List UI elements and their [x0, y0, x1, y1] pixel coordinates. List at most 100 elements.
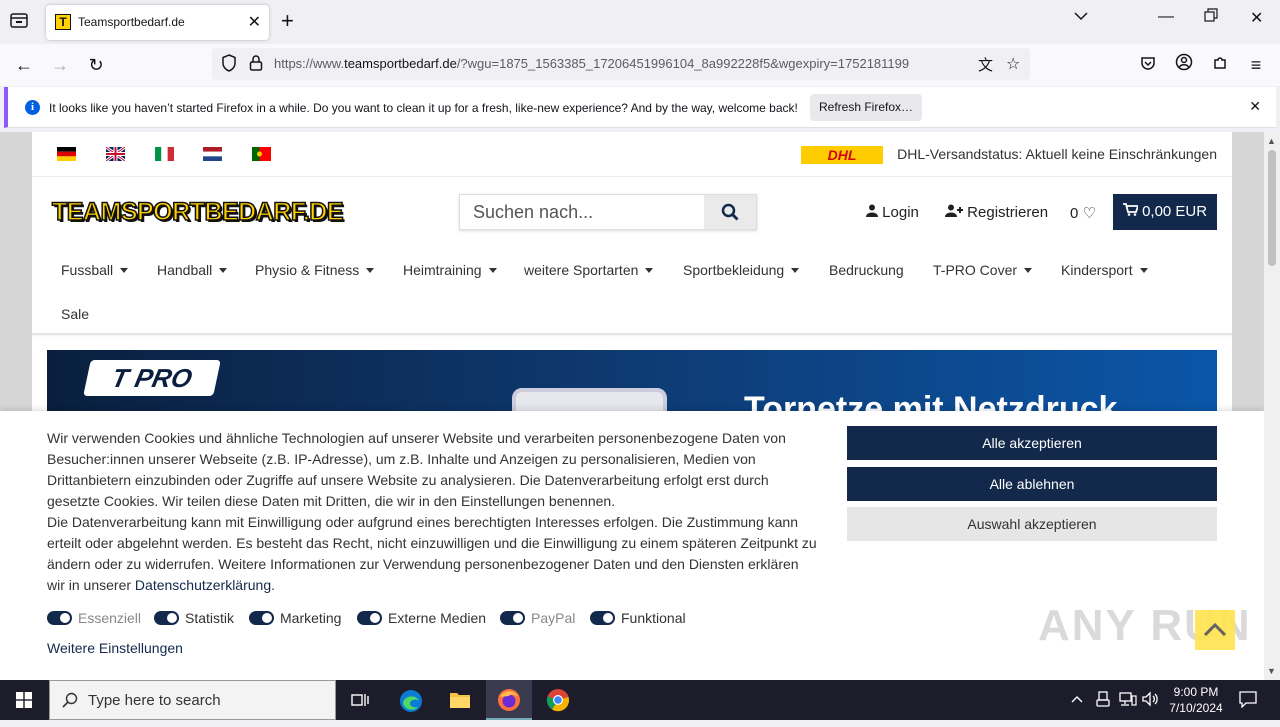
menu-item-fussball[interactable]: Fussball	[61, 262, 129, 278]
toggle-label: Funktional	[621, 610, 686, 626]
back-arrow-icon[interactable]: ←	[12, 53, 36, 77]
new-tab-plus-icon[interactable]: +	[281, 9, 294, 33]
scroll-down-arrow-icon[interactable]: ▼	[1267, 666, 1276, 676]
toggle-label: Statistik	[185, 610, 235, 626]
browser-tab-active[interactable]: T Teamsportbedarf.de ✕	[46, 5, 269, 40]
flag-italy-icon[interactable]	[155, 147, 174, 161]
search-button[interactable]	[704, 195, 756, 229]
translate-icon[interactable]: 文	[978, 54, 993, 75]
menu-item-physio-fitness[interactable]: Physio & Fitness	[255, 262, 375, 278]
start-button[interactable]	[0, 680, 48, 720]
menu-item-sale[interactable]: Sale	[61, 306, 89, 322]
login-link[interactable]: Login	[866, 204, 919, 221]
bookmark-star-icon[interactable]: ☆	[1006, 54, 1020, 74]
menu-label: T-PRO Cover	[933, 262, 1018, 278]
flag-germany-icon[interactable]	[57, 147, 76, 161]
heart-icon: ♡	[1082, 205, 1096, 222]
menu-label: weitere Sportarten	[524, 262, 639, 278]
restore-icon[interactable]	[1204, 8, 1218, 27]
chrome-icon[interactable]	[535, 680, 581, 720]
list-all-tabs-chevron-icon[interactable]	[1073, 8, 1089, 29]
cookie-consent-banner: Wir verwenden Cookies und ähnliche Techn…	[0, 411, 1264, 680]
firefox-icon[interactable]	[486, 680, 532, 720]
menu-item-kindersport[interactable]: Kindersport	[1061, 262, 1148, 278]
lock-icon[interactable]	[249, 54, 263, 77]
menu-item-handball[interactable]: Handball	[157, 262, 228, 278]
register-link[interactable]: Registrieren	[945, 204, 1048, 221]
caret-down-icon	[488, 268, 497, 273]
reload-icon[interactable]: ↻	[84, 53, 108, 77]
task-view-icon[interactable]	[337, 680, 383, 720]
flag-netherlands-icon[interactable]	[203, 147, 222, 161]
cart-icon	[1122, 203, 1140, 216]
search-icon	[62, 692, 78, 708]
toggle-switch[interactable]	[47, 611, 72, 625]
site-search	[459, 194, 757, 230]
pocket-icon[interactable]	[1136, 53, 1160, 77]
tray-show-hidden-chevron-icon[interactable]	[1071, 691, 1083, 706]
menu-item-weitere-sportarten[interactable]: weitere Sportarten	[524, 262, 654, 278]
url-text[interactable]: https://www.teamsportbedarf.de/?wgu=1875…	[274, 56, 966, 71]
tray-volume-icon[interactable]	[1142, 691, 1160, 710]
caret-down-icon	[1024, 268, 1033, 273]
page-scrollbar[interactable]: ▲ ▼	[1264, 132, 1280, 680]
tab-close-icon[interactable]: ✕	[248, 12, 261, 32]
url-bar[interactable]: https://www.teamsportbedarf.de/?wgu=1875…	[212, 48, 1030, 80]
menu-label: Fussball	[61, 262, 114, 278]
promo-banner[interactable]: T PRO Tornetze mit Netzdruck	[47, 350, 1217, 411]
cart-button[interactable]: 0,00 EUR	[1113, 194, 1217, 230]
site-favicon-icon: T	[55, 14, 71, 30]
accept-all-button[interactable]: Alle akzeptieren	[847, 426, 1217, 460]
toggle-switch[interactable]	[500, 611, 525, 625]
caret-down-icon	[120, 268, 129, 273]
minimize-icon[interactable]: —	[1158, 8, 1174, 26]
forward-arrow-icon[interactable]: →	[48, 53, 72, 77]
notification-center-icon[interactable]	[1239, 690, 1257, 711]
header-divider	[32, 176, 1232, 177]
taskbar-clock[interactable]: 9:00 PM 7/10/2024	[1168, 684, 1224, 716]
site-logo[interactable]: TEAMSPORTBEDARF.DE	[51, 197, 344, 227]
taskbar-search-box[interactable]: Type here to search	[49, 680, 336, 720]
info-icon: i	[25, 100, 40, 115]
tracking-protection-shield-icon[interactable]	[221, 54, 237, 77]
toggle-label: PayPal	[531, 610, 576, 626]
flag-portugal-icon[interactable]	[252, 147, 271, 161]
firefox-view-icon[interactable]	[8, 12, 30, 32]
wishlist-link[interactable]: 0 ♡	[1070, 204, 1096, 222]
refresh-firefox-button[interactable]: Refresh Firefox…	[810, 94, 922, 121]
menu-label: Sale	[61, 306, 90, 322]
search-input[interactable]	[460, 195, 704, 229]
notification-close-icon[interactable]: ✕	[1249, 98, 1261, 115]
menu-item-heimtraining[interactable]: Heimtraining	[403, 262, 497, 278]
caret-down-icon	[366, 268, 375, 273]
tpro-brand-logo: T PRO	[83, 360, 221, 396]
tray-network-icon[interactable]	[1119, 691, 1137, 710]
menu-item-tpro-cover[interactable]: T-PRO Cover	[933, 262, 1033, 278]
more-settings-link[interactable]: Weitere Einstellungen	[47, 640, 183, 656]
close-window-icon[interactable]: ✕	[1250, 8, 1263, 28]
file-explorer-icon[interactable]	[437, 680, 483, 720]
tray-usb-icon[interactable]	[1096, 691, 1110, 710]
extensions-puzzle-icon[interactable]	[1208, 53, 1232, 77]
flag-uk-icon[interactable]	[106, 147, 125, 161]
menu-label: Physio & Fitness	[255, 262, 360, 278]
toggle-switch[interactable]	[154, 611, 179, 625]
menu-label: Kindersport	[1061, 262, 1133, 278]
scroll-up-arrow-icon[interactable]: ▲	[1267, 136, 1276, 146]
menu-item-bedruckung[interactable]: Bedruckung	[829, 262, 904, 278]
back-to-top-button[interactable]	[1195, 610, 1235, 650]
account-icon[interactable]	[1172, 53, 1196, 77]
accept-selection-button[interactable]: Auswahl akzeptieren	[847, 507, 1217, 541]
hamburger-menu-icon[interactable]: ≡	[1244, 53, 1268, 77]
toggle-switch[interactable]	[357, 611, 382, 625]
page-viewport: DHL DHL-Versandstatus: Aktuell keine Ein…	[0, 132, 1264, 680]
toggle-switch[interactable]	[249, 611, 274, 625]
toggle-switch[interactable]	[590, 611, 615, 625]
menu-item-sportbekleidung[interactable]: Sportbekleidung	[683, 262, 800, 278]
edge-browser-icon[interactable]	[388, 680, 434, 720]
toggle-label: Externe Medien	[388, 610, 487, 626]
reject-all-button[interactable]: Alle ablehnen	[847, 467, 1217, 501]
toggle-label: Essenziell	[78, 610, 142, 626]
privacy-policy-link[interactable]: Datenschutzerklärung	[135, 577, 271, 593]
scroll-thumb[interactable]	[1268, 150, 1276, 266]
